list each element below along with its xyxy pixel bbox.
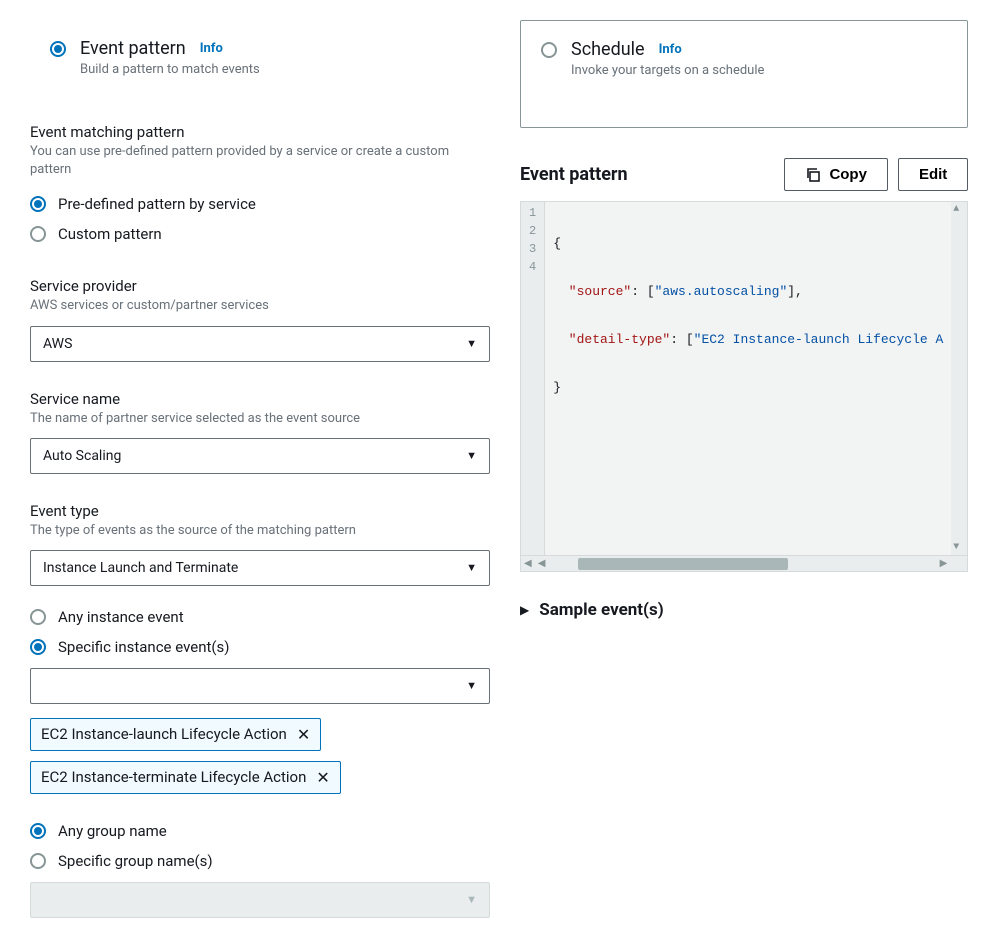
event-pattern-code: 1 2 3 4 { "source": ["aws.autoscaling"],… xyxy=(520,201,968,556)
chevron-down-icon: ▼ xyxy=(466,561,477,574)
instance-event-select[interactable]: ▼ xyxy=(30,668,490,704)
specific-instance-label: Specific instance event(s) xyxy=(58,638,230,656)
specific-group-radio[interactable] xyxy=(30,853,46,869)
chevron-down-icon: ▼ xyxy=(466,337,477,350)
any-instance-event-option[interactable]: Any instance event xyxy=(30,602,490,632)
group-name-select: ▼ xyxy=(30,882,490,918)
service-provider-title: Service provider xyxy=(30,277,490,295)
event-type-desc: The type of events as the source of the … xyxy=(30,522,490,540)
schedule-title: Schedule xyxy=(571,39,645,60)
service-name-desc: The name of partner service selected as … xyxy=(30,410,490,428)
event-pattern-panel-title: Event pattern xyxy=(520,164,628,185)
event-pattern-title: Event pattern xyxy=(80,38,186,59)
specific-instance-event-option[interactable]: Specific instance event(s) xyxy=(30,632,490,662)
service-name-section: Service name The name of partner service… xyxy=(30,390,490,474)
any-group-name-option[interactable]: Any group name xyxy=(30,816,490,846)
predefined-label: Pre-defined pattern by service xyxy=(58,195,256,213)
event-tag: EC2 Instance-terminate Lifecycle Action … xyxy=(30,761,341,794)
specific-group-label: Specific group name(s) xyxy=(58,852,213,870)
event-pattern-subtitle: Build a pattern to match events xyxy=(80,62,260,77)
service-provider-select[interactable]: AWS ▼ xyxy=(30,326,490,362)
service-provider-desc: AWS services or custom/partner services xyxy=(30,297,490,315)
any-group-radio[interactable] xyxy=(30,823,46,839)
expand-icon: ▶ xyxy=(520,603,529,617)
horizontal-scrollbar[interactable]: ◀ ◀ ▶ xyxy=(520,556,968,572)
custom-label: Custom pattern xyxy=(58,225,162,243)
any-instance-radio[interactable] xyxy=(30,609,46,625)
event-tag-label: EC2 Instance-launch Lifecycle Action xyxy=(41,725,287,743)
predefined-radio[interactable] xyxy=(30,196,46,212)
chevron-down-icon: ▼ xyxy=(466,679,477,692)
service-provider-value: AWS xyxy=(43,336,72,352)
event-pattern-info-link[interactable]: Info xyxy=(200,41,223,56)
event-tag-label: EC2 Instance-terminate Lifecycle Action xyxy=(41,768,306,786)
event-type-section: Event type The type of events as the sou… xyxy=(30,502,490,918)
line-numbers: 1 2 3 4 xyxy=(521,202,545,555)
chevron-down-icon: ▼ xyxy=(466,893,477,906)
sample-events-toggle[interactable]: ▶ Sample event(s) xyxy=(520,600,968,620)
specific-instance-radio[interactable] xyxy=(30,639,46,655)
code-content[interactable]: { "source": ["aws.autoscaling"], "detail… xyxy=(545,202,951,555)
matching-pattern-title: Event matching pattern xyxy=(30,123,490,141)
chevron-down-icon: ▼ xyxy=(466,449,477,462)
service-provider-section: Service provider AWS services or custom/… xyxy=(30,277,490,361)
scroll-thumb[interactable] xyxy=(578,558,788,570)
event-pattern-radio[interactable] xyxy=(50,41,66,57)
service-name-select[interactable]: Auto Scaling ▼ xyxy=(30,438,490,474)
predefined-pattern-option[interactable]: Pre-defined pattern by service xyxy=(30,189,490,219)
custom-radio[interactable] xyxy=(30,226,46,242)
service-name-title: Service name xyxy=(30,390,490,408)
any-group-label: Any group name xyxy=(58,822,167,840)
event-tag: EC2 Instance-launch Lifecycle Action ✕ xyxy=(30,718,321,751)
schedule-radio[interactable] xyxy=(541,42,557,58)
event-matching-pattern-section: Event matching pattern You can use pre-d… xyxy=(30,123,490,249)
close-icon[interactable]: ✕ xyxy=(297,725,310,744)
event-type-title: Event type xyxy=(30,502,490,520)
schedule-card[interactable]: Schedule Info Invoke your targets on a s… xyxy=(520,20,968,128)
vertical-scrollbar[interactable]: ▲ ▼ xyxy=(951,202,967,555)
copy-button[interactable]: Copy xyxy=(784,158,888,191)
event-pattern-card[interactable]: Event pattern Info Build a pattern to ma… xyxy=(30,20,490,95)
custom-pattern-option[interactable]: Custom pattern xyxy=(30,219,490,249)
matching-pattern-desc: You can use pre-defined pattern provided… xyxy=(30,143,490,179)
close-icon[interactable]: ✕ xyxy=(316,768,329,787)
schedule-subtitle: Invoke your targets on a schedule xyxy=(571,63,764,78)
edit-button[interactable]: Edit xyxy=(898,158,968,191)
service-name-value: Auto Scaling xyxy=(43,448,121,464)
event-type-value: Instance Launch and Terminate xyxy=(43,560,238,576)
copy-icon xyxy=(805,167,821,183)
schedule-info-link[interactable]: Info xyxy=(659,42,682,57)
any-instance-label: Any instance event xyxy=(58,608,184,626)
specific-group-name-option[interactable]: Specific group name(s) xyxy=(30,846,490,876)
sample-events-label: Sample event(s) xyxy=(539,600,663,620)
event-type-select[interactable]: Instance Launch and Terminate ▼ xyxy=(30,550,490,586)
